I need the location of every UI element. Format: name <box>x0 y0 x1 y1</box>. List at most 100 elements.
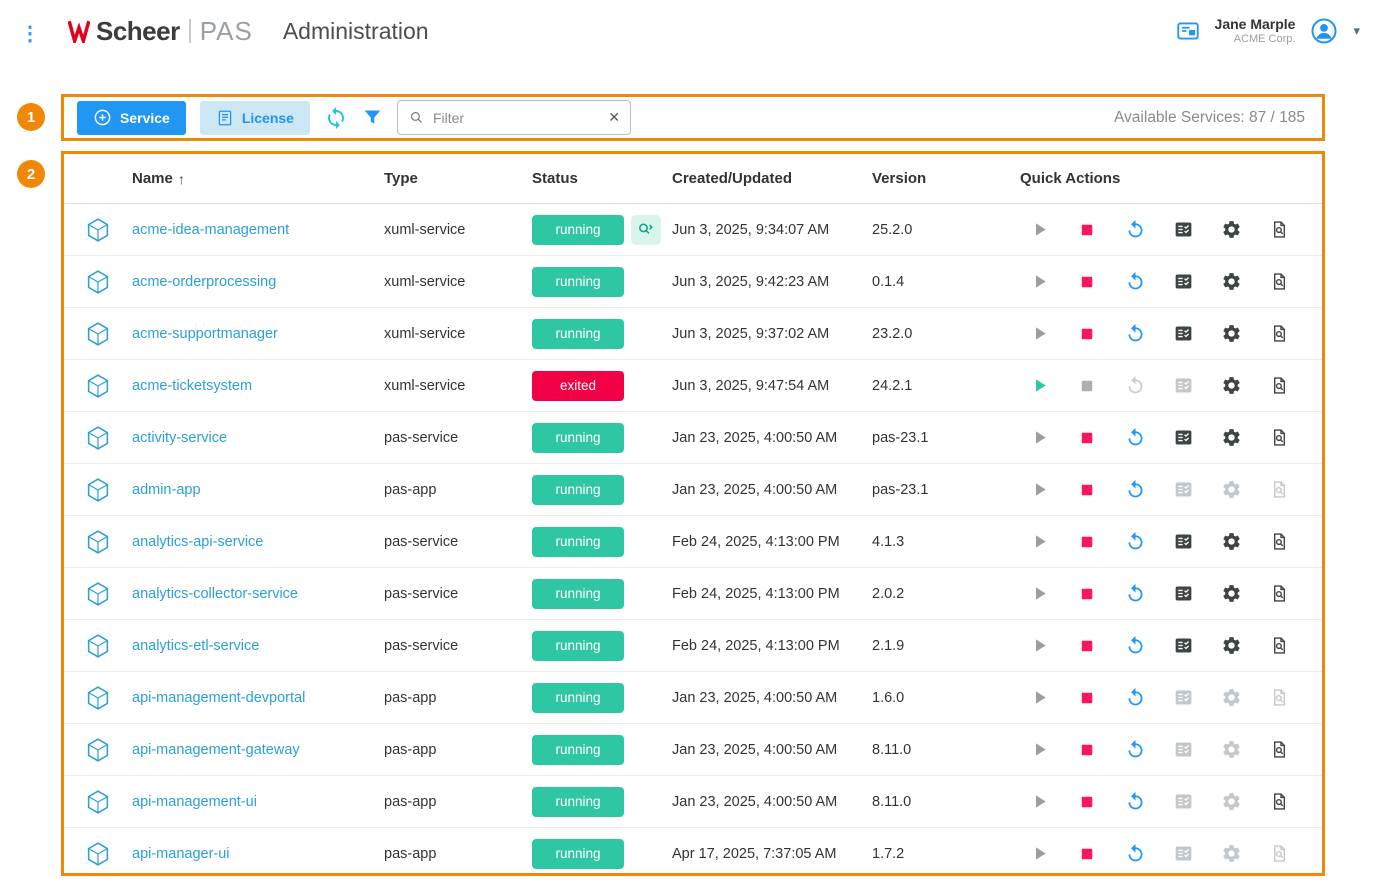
service-name-link[interactable]: activity-service <box>132 430 227 446</box>
service-name-link[interactable]: acme-ticketsystem <box>132 378 252 394</box>
log-analyzer-action-icon[interactable] <box>1268 791 1290 813</box>
log-analyzer-action-icon[interactable] <box>1268 271 1290 293</box>
column-header-created[interactable]: Created/Updated <box>672 170 872 187</box>
stop-action-icon[interactable] <box>1076 271 1098 293</box>
service-log-action-icon[interactable] <box>1172 427 1194 449</box>
service-log-action-icon[interactable] <box>1172 271 1194 293</box>
service-name-link[interactable]: api-management-ui <box>132 794 257 810</box>
user-avatar-icon[interactable] <box>1309 16 1339 46</box>
start-action-icon[interactable] <box>1028 427 1050 449</box>
stop-action-icon[interactable] <box>1076 219 1098 241</box>
stop-action-icon[interactable] <box>1076 687 1098 709</box>
menu-dots-icon[interactable]: ⋮ <box>20 21 46 46</box>
user-menu-caret-icon[interactable]: ▾ <box>1353 23 1360 39</box>
settings-action-icon[interactable] <box>1220 687 1242 709</box>
settings-action-icon[interactable] <box>1220 583 1242 605</box>
log-analyzer-action-icon[interactable] <box>1268 427 1290 449</box>
start-action-icon[interactable] <box>1028 739 1050 761</box>
stop-action-icon[interactable] <box>1076 739 1098 761</box>
service-log-action-icon[interactable] <box>1172 791 1194 813</box>
service-log-action-icon[interactable] <box>1172 583 1194 605</box>
log-analyzer-action-icon[interactable] <box>1268 323 1290 345</box>
start-action-icon[interactable] <box>1028 479 1050 501</box>
settings-action-icon[interactable] <box>1220 375 1242 397</box>
service-name-link[interactable]: analytics-etl-service <box>132 638 259 654</box>
restart-action-icon[interactable] <box>1124 687 1146 709</box>
restart-action-icon[interactable] <box>1124 843 1146 865</box>
restart-action-icon[interactable] <box>1124 479 1146 501</box>
settings-action-icon[interactable] <box>1220 739 1242 761</box>
settings-action-icon[interactable] <box>1220 219 1242 241</box>
restart-action-icon[interactable] <box>1124 427 1146 449</box>
column-header-type[interactable]: Type <box>384 170 532 187</box>
filter-field[interactable]: ✕ <box>397 100 631 135</box>
settings-action-icon[interactable] <box>1220 791 1242 813</box>
settings-action-icon[interactable] <box>1220 271 1242 293</box>
service-name-link[interactable]: analytics-collector-service <box>132 586 298 602</box>
service-log-action-icon[interactable] <box>1172 687 1194 709</box>
log-analyzer-action-icon[interactable] <box>1268 739 1290 761</box>
stop-action-icon[interactable] <box>1076 479 1098 501</box>
service-log-action-icon[interactable] <box>1172 635 1194 657</box>
service-log-action-icon[interactable] <box>1172 739 1194 761</box>
restart-action-icon[interactable] <box>1124 739 1146 761</box>
restart-action-icon[interactable] <box>1124 635 1146 657</box>
restart-action-icon[interactable] <box>1124 531 1146 553</box>
service-log-action-icon[interactable] <box>1172 531 1194 553</box>
log-analyzer-action-icon[interactable] <box>1268 531 1290 553</box>
service-name-link[interactable]: acme-idea-management <box>132 222 289 238</box>
service-log-action-icon[interactable] <box>1172 479 1194 501</box>
sort-ascending-icon[interactable]: ↑ <box>178 171 185 187</box>
clear-filter-icon[interactable]: ✕ <box>608 109 620 126</box>
service-name-link[interactable]: analytics-api-service <box>132 534 263 550</box>
service-log-action-icon[interactable] <box>1172 843 1194 865</box>
column-header-version[interactable]: Version <box>872 170 1012 187</box>
settings-action-icon[interactable] <box>1220 843 1242 865</box>
settings-action-icon[interactable] <box>1220 479 1242 501</box>
start-action-icon[interactable] <box>1028 791 1050 813</box>
license-button[interactable]: License <box>200 101 310 135</box>
service-name-link[interactable]: acme-orderprocessing <box>132 274 276 290</box>
stop-action-icon[interactable] <box>1076 583 1098 605</box>
stop-action-icon[interactable] <box>1076 375 1098 397</box>
settings-action-icon[interactable] <box>1220 635 1242 657</box>
status-details-button[interactable] <box>631 215 661 245</box>
stop-action-icon[interactable] <box>1076 791 1098 813</box>
stop-action-icon[interactable] <box>1076 635 1098 657</box>
restart-action-icon[interactable] <box>1124 375 1146 397</box>
log-analyzer-action-icon[interactable] <box>1268 635 1290 657</box>
service-log-action-icon[interactable] <box>1172 219 1194 241</box>
start-action-icon[interactable] <box>1028 271 1050 293</box>
log-panel-icon[interactable] <box>1175 18 1201 44</box>
stop-action-icon[interactable] <box>1076 531 1098 553</box>
stop-action-icon[interactable] <box>1076 427 1098 449</box>
add-service-button[interactable]: Service <box>77 101 186 135</box>
service-name-link[interactable]: api-management-devportal <box>132 690 305 706</box>
start-action-icon[interactable] <box>1028 687 1050 709</box>
column-header-status[interactable]: Status <box>532 170 672 187</box>
start-action-icon[interactable] <box>1028 375 1050 397</box>
service-name-link[interactable]: admin-app <box>132 482 201 498</box>
service-name-link[interactable]: acme-supportmanager <box>132 326 278 342</box>
restart-action-icon[interactable] <box>1124 219 1146 241</box>
filter-input[interactable] <box>433 110 600 126</box>
log-analyzer-action-icon[interactable] <box>1268 687 1290 709</box>
start-action-icon[interactable] <box>1028 843 1050 865</box>
start-action-icon[interactable] <box>1028 635 1050 657</box>
log-analyzer-action-icon[interactable] <box>1268 583 1290 605</box>
stop-action-icon[interactable] <box>1076 843 1098 865</box>
service-name-link[interactable]: api-management-gateway <box>132 742 300 758</box>
start-action-icon[interactable] <box>1028 583 1050 605</box>
column-header-name[interactable]: Name ↑ <box>132 170 384 187</box>
service-log-action-icon[interactable] <box>1172 375 1194 397</box>
restart-action-icon[interactable] <box>1124 791 1146 813</box>
restart-action-icon[interactable] <box>1124 271 1146 293</box>
settings-action-icon[interactable] <box>1220 531 1242 553</box>
refresh-icon[interactable] <box>324 106 348 130</box>
stop-action-icon[interactable] <box>1076 323 1098 345</box>
service-name-link[interactable]: api-manager-ui <box>132 846 230 862</box>
log-analyzer-action-icon[interactable] <box>1268 375 1290 397</box>
restart-action-icon[interactable] <box>1124 323 1146 345</box>
log-analyzer-action-icon[interactable] <box>1268 843 1290 865</box>
log-analyzer-action-icon[interactable] <box>1268 479 1290 501</box>
